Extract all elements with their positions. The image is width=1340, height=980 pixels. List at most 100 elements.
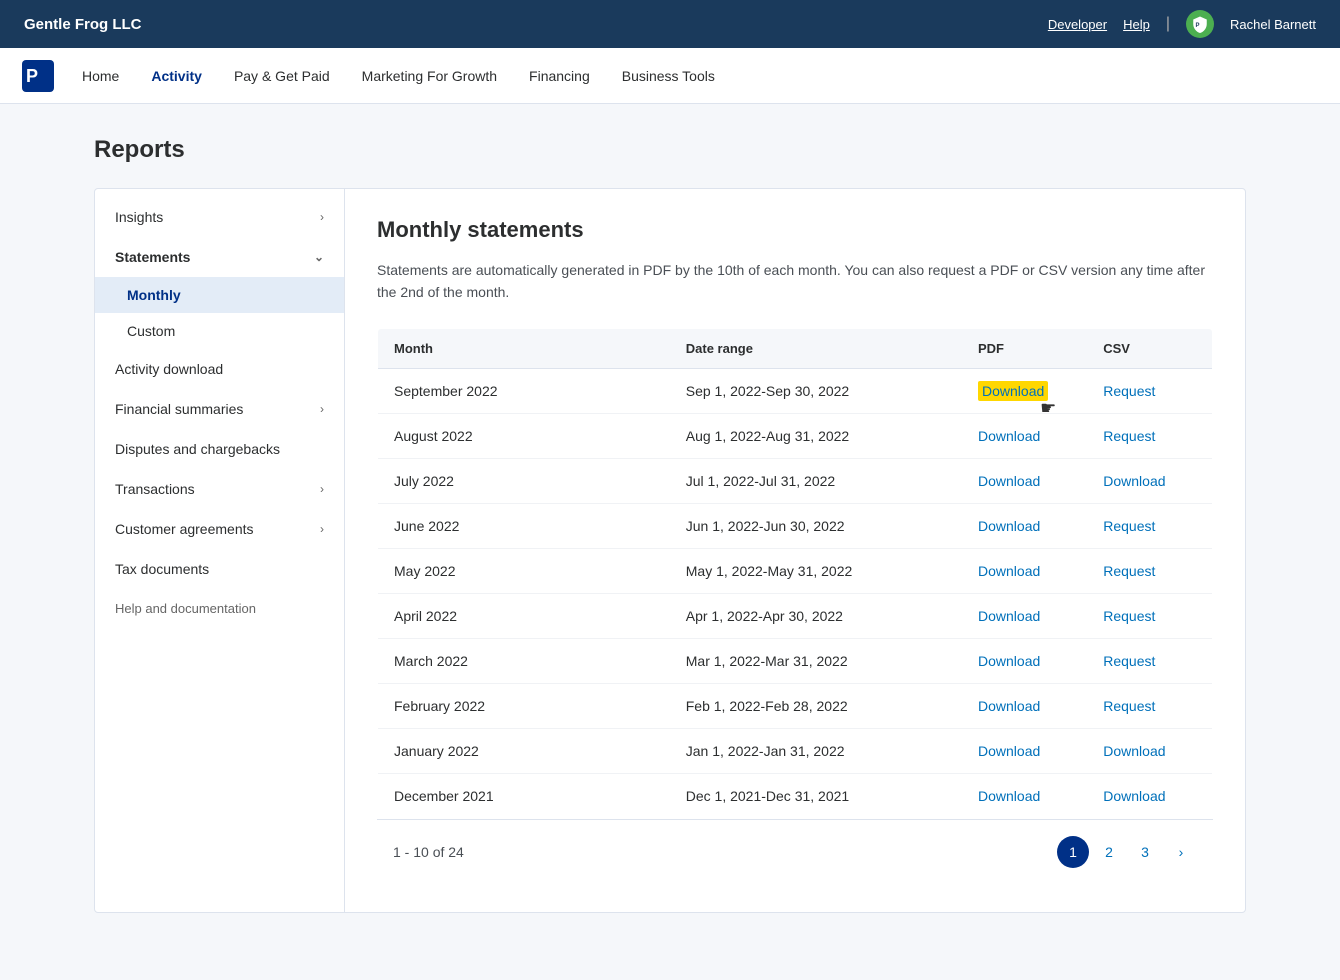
pdf-download-link[interactable]: Download [978, 381, 1048, 401]
cell-date-range: May 1, 2022-May 31, 2022 [670, 548, 962, 593]
cell-pdf: Download [962, 458, 1087, 503]
sidebar-item-tax-documents[interactable]: Tax documents [95, 549, 344, 589]
table-header-row: Month Date range PDF CSV [378, 328, 1213, 368]
col-header-date-range: Date range [670, 328, 962, 368]
table-row: December 2021Dec 1, 2021-Dec 31, 2021 Dow… [378, 773, 1213, 818]
csv-action-link[interactable]: Download [1103, 743, 1165, 759]
avatar: P [1186, 10, 1214, 38]
page-btn-3[interactable]: 3 [1129, 836, 1161, 868]
sidebar-item-disputes-chargebacks[interactable]: Disputes and chargebacks [95, 429, 344, 469]
page-btn-2[interactable]: 2 [1093, 836, 1125, 868]
cell-pdf: Download [962, 683, 1087, 728]
nav-financing[interactable]: Financing [515, 60, 604, 92]
financial-summaries-chevron-icon: › [320, 402, 324, 416]
cell-csv: Download [1087, 773, 1212, 818]
paypal-shield-icon: P [1191, 15, 1209, 33]
pdf-download-link[interactable]: Download [978, 428, 1040, 444]
nav-activity[interactable]: Activity [137, 60, 216, 92]
sidebar-item-transactions[interactable]: Transactions › [95, 469, 344, 509]
pdf-download-link[interactable]: Download [978, 653, 1040, 669]
sidebar-subitem-monthly[interactable]: Monthly [95, 277, 344, 313]
pdf-download-link[interactable]: Download [978, 788, 1040, 804]
csv-action-link[interactable]: Request [1103, 428, 1155, 444]
sidebar-item-financial-summaries[interactable]: Financial summaries › [95, 389, 344, 429]
table-row: May 2022May 1, 2022-May 31, 2022Download… [378, 548, 1213, 593]
cell-month: April 2022 [378, 593, 670, 638]
sidebar-subitem-custom[interactable]: Custom [95, 313, 344, 349]
cell-date-range: Sep 1, 2022-Sep 30, 2022 [670, 368, 962, 413]
cell-month: June 2022 [378, 503, 670, 548]
disputes-chargebacks-label: Disputes and chargebacks [115, 441, 280, 457]
nav-pay-get-paid[interactable]: Pay & Get Paid [220, 60, 344, 92]
statements-chevron-icon: ⌄ [314, 250, 324, 264]
cell-csv: Request [1087, 413, 1212, 458]
sidebar-item-statements[interactable]: Statements ⌄ [95, 237, 344, 277]
cell-pdf: Download [962, 548, 1087, 593]
table-row: April 2022Apr 1, 2022-Apr 30, 2022Downlo… [378, 593, 1213, 638]
statements-table: Month Date range PDF CSV September 2022S… [377, 328, 1213, 819]
cell-pdf: Download [962, 413, 1087, 458]
sidebar-item-insights[interactable]: Insights › [95, 197, 344, 237]
cell-csv: Request [1087, 638, 1212, 683]
page-btn-1[interactable]: 1 [1057, 836, 1089, 868]
transactions-label: Transactions [115, 481, 195, 497]
statements-label: Statements [115, 249, 190, 265]
cell-month: September 2022 [378, 368, 670, 413]
username: Rachel Barnett [1230, 17, 1316, 32]
svg-text:P: P [1196, 23, 1200, 29]
cell-month: December 2021 [378, 773, 670, 818]
cell-csv: Request [1087, 683, 1212, 728]
cell-csv: Request [1087, 503, 1212, 548]
csv-action-link[interactable]: Request [1103, 383, 1155, 399]
pdf-download-link[interactable]: Download [978, 518, 1040, 534]
cell-date-range: Dec 1, 2021-Dec 31, 2021 [670, 773, 962, 818]
main-content: Monthly statements Statements are automa… [345, 189, 1245, 912]
col-header-month: Month [378, 328, 670, 368]
csv-action-link[interactable]: Request [1103, 518, 1155, 534]
cell-date-range: Jun 1, 2022-Jun 30, 2022 [670, 503, 962, 548]
pdf-download-link[interactable]: Download [978, 698, 1040, 714]
cell-date-range: Aug 1, 2022-Aug 31, 2022 [670, 413, 962, 458]
cell-month: July 2022 [378, 458, 670, 503]
nav-home[interactable]: Home [68, 60, 133, 92]
cell-date-range: Mar 1, 2022-Mar 31, 2022 [670, 638, 962, 683]
nav-marketing[interactable]: Marketing For Growth [348, 60, 511, 92]
topbar-right: Developer Help | P Rachel Barnett [1048, 10, 1316, 38]
customer-agreements-label: Customer agreements [115, 521, 254, 537]
navbar: P Home Activity Pay & Get Paid Marketing… [0, 48, 1340, 104]
page-next-icon[interactable]: › [1165, 836, 1197, 868]
pdf-download-link[interactable]: Download [978, 743, 1040, 759]
company-name: Gentle Frog LLC [24, 16, 142, 33]
table-row: July 2022Jul 1, 2022-Jul 31, 2022Downloa… [378, 458, 1213, 503]
csv-action-link[interactable]: Request [1103, 698, 1155, 714]
pdf-download-link[interactable]: Download [978, 473, 1040, 489]
custom-label: Custom [127, 323, 175, 339]
nav-business-tools[interactable]: Business Tools [608, 60, 729, 92]
pdf-download-link[interactable]: Download [978, 563, 1040, 579]
table-row: June 2022Jun 1, 2022-Jun 30, 2022 Downloa… [378, 503, 1213, 548]
content-description: Statements are automatically generated i… [377, 259, 1213, 304]
financial-summaries-label: Financial summaries [115, 401, 243, 417]
cell-pdf: Download [962, 503, 1087, 548]
csv-action-link[interactable]: Download [1103, 473, 1165, 489]
csv-action-link[interactable]: Request [1103, 653, 1155, 669]
sidebar: Insights › Statements ⌄ Monthly Custom A… [95, 189, 345, 912]
sidebar-item-help-documentation[interactable]: Help and documentation [95, 589, 344, 628]
col-header-pdf: PDF [962, 328, 1087, 368]
cell-pdf: Download☛ [962, 368, 1087, 413]
topbar-divider: | [1166, 15, 1170, 33]
csv-action-link[interactable]: Request [1103, 608, 1155, 624]
cell-month: January 2022 [378, 728, 670, 773]
page-content: Reports Insights › Statements ⌄ Monthly … [70, 104, 1270, 945]
help-link[interactable]: Help [1123, 17, 1150, 32]
developer-link[interactable]: Developer [1048, 17, 1107, 32]
csv-action-link[interactable]: Download [1103, 788, 1165, 804]
transactions-chevron-icon: › [320, 482, 324, 496]
pdf-download-link[interactable]: Download [978, 608, 1040, 624]
table-row: August 2022Aug 1, 2022-Aug 31, 2022Downl… [378, 413, 1213, 458]
sidebar-item-activity-download[interactable]: Activity download [95, 349, 344, 389]
customer-agreements-chevron-icon: › [320, 522, 324, 536]
csv-action-link[interactable]: Request [1103, 563, 1155, 579]
sidebar-item-customer-agreements[interactable]: Customer agreements › [95, 509, 344, 549]
paypal-logo[interactable]: P [20, 58, 56, 94]
